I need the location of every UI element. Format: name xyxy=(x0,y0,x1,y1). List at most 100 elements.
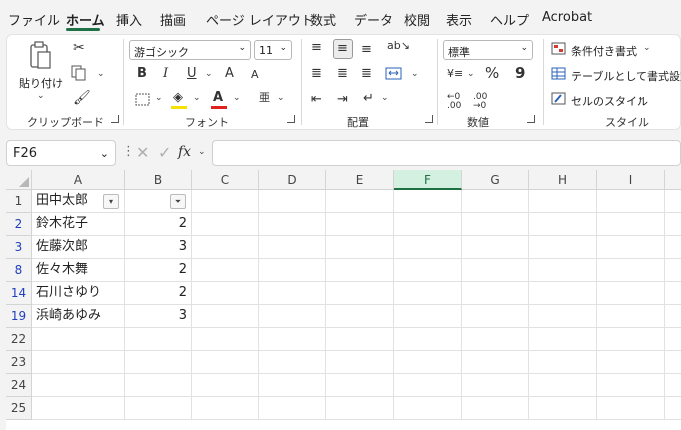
cell[interactable] xyxy=(326,374,394,397)
chevron-down-icon[interactable]: ⌄ xyxy=(198,147,206,157)
cell[interactable] xyxy=(394,282,462,305)
number-launcher-icon[interactable] xyxy=(527,115,535,123)
tab-help[interactable]: ヘルプ xyxy=(490,10,529,29)
cell-a[interactable]: 浜崎あゆみ xyxy=(32,305,125,328)
cell[interactable] xyxy=(597,190,665,213)
more-options-icon[interactable]: ⋮ xyxy=(122,145,135,158)
cell[interactable] xyxy=(529,190,597,213)
row-header[interactable]: 24 xyxy=(6,374,32,397)
column-header-a[interactable]: A xyxy=(32,170,125,190)
cell[interactable] xyxy=(394,305,462,328)
cell[interactable] xyxy=(597,351,665,374)
row-header[interactable]: 3 xyxy=(6,236,32,259)
cell-b[interactable] xyxy=(125,328,192,351)
cell[interactable] xyxy=(259,236,326,259)
comma-button[interactable]: 9 xyxy=(515,66,525,81)
column-header-b[interactable]: B xyxy=(125,170,192,190)
cell[interactable] xyxy=(259,305,326,328)
tab-data[interactable]: データ xyxy=(354,10,393,29)
column-header-h[interactable]: H xyxy=(529,170,597,190)
cell[interactable] xyxy=(326,282,394,305)
name-box[interactable]: F26 ⌄ xyxy=(6,140,116,166)
cell[interactable] xyxy=(529,328,597,351)
underline-button[interactable]: U xyxy=(187,67,197,80)
insert-function-button[interactable]: fx xyxy=(178,145,191,159)
copy-icon[interactable] xyxy=(71,65,87,81)
font-name-dropdown[interactable]: 游ゴシック ⌄ xyxy=(129,40,251,60)
cell[interactable] xyxy=(665,328,681,351)
cell[interactable] xyxy=(462,259,529,282)
cell[interactable] xyxy=(597,305,665,328)
cell-b[interactable]: 2 xyxy=(125,259,192,282)
cell[interactable] xyxy=(597,236,665,259)
cell[interactable] xyxy=(326,351,394,374)
column-header-f[interactable]: F xyxy=(394,170,462,190)
cell-b[interactable] xyxy=(125,374,192,397)
filter-applied-icon[interactable]: ⏷ xyxy=(170,194,186,209)
cell[interactable] xyxy=(326,397,394,420)
cell[interactable] xyxy=(259,397,326,420)
cell[interactable] xyxy=(529,236,597,259)
decrease-indent-icon[interactable]: ⇤ xyxy=(311,93,322,106)
fill-color-icon[interactable]: ◈ xyxy=(173,91,183,104)
cell[interactable] xyxy=(259,328,326,351)
row-header[interactable]: 8 xyxy=(6,259,32,282)
cell[interactable] xyxy=(529,282,597,305)
cell[interactable] xyxy=(462,305,529,328)
cell[interactable] xyxy=(665,397,681,420)
cell[interactable] xyxy=(597,397,665,420)
cell[interactable] xyxy=(192,351,259,374)
row-header[interactable]: 2 xyxy=(6,213,32,236)
cell[interactable] xyxy=(326,213,394,236)
font-color-dropdown-icon[interactable]: ⌄ xyxy=(233,93,241,103)
grow-font-button[interactable]: A xyxy=(225,67,234,80)
wrap-text-icon[interactable]: ↵ xyxy=(363,92,374,105)
column-header-d[interactable]: D xyxy=(259,170,326,190)
tab-formulas[interactable]: 数式 xyxy=(310,10,336,29)
merge-center-icon[interactable] xyxy=(385,67,403,81)
font-color-button[interactable]: A xyxy=(213,91,223,104)
cell[interactable] xyxy=(394,236,462,259)
cell[interactable] xyxy=(665,351,681,374)
cell[interactable] xyxy=(665,259,681,282)
font-size-dropdown[interactable]: 11 ⌄ xyxy=(254,40,292,60)
cell[interactable] xyxy=(462,190,529,213)
column-header-e[interactable]: E xyxy=(326,170,394,190)
cell-a[interactable]: 佐藤次郎 xyxy=(32,236,125,259)
currency-dropdown-icon[interactable]: ⌄ xyxy=(467,69,475,79)
cell[interactable] xyxy=(394,374,462,397)
cell[interactable] xyxy=(394,351,462,374)
row-header[interactable]: 22 xyxy=(6,328,32,351)
cell-b[interactable]: 2 xyxy=(125,213,192,236)
italic-button[interactable]: I xyxy=(163,67,168,80)
cell-b[interactable] xyxy=(125,397,192,420)
cell[interactable] xyxy=(394,259,462,282)
decrease-decimal-icon[interactable]: .00 →0 xyxy=(473,93,487,111)
cell[interactable] xyxy=(597,374,665,397)
align-bottom-icon[interactable]: ≡ xyxy=(361,43,372,56)
cell[interactable] xyxy=(394,397,462,420)
cell[interactable] xyxy=(259,282,326,305)
cell-a[interactable]: 鈴木花子 xyxy=(32,213,125,236)
tab-view[interactable]: 表示 xyxy=(446,10,472,29)
tab-file[interactable]: ファイル xyxy=(8,10,60,29)
column-header-c[interactable]: C xyxy=(192,170,259,190)
align-center-icon[interactable]: ≣ xyxy=(337,67,348,80)
cell-a[interactable] xyxy=(32,351,125,374)
cell[interactable] xyxy=(192,397,259,420)
cell[interactable] xyxy=(462,328,529,351)
row-header[interactable]: 19 xyxy=(6,305,32,328)
orientation-icon[interactable]: ab↘ xyxy=(387,40,410,51)
fill-color-dropdown-icon[interactable]: ⌄ xyxy=(193,93,201,103)
cell-b[interactable]: 3 xyxy=(125,236,192,259)
increase-indent-icon[interactable]: ⇥ xyxy=(337,93,348,106)
cell[interactable] xyxy=(326,305,394,328)
cell-b[interactable]: 2 xyxy=(125,282,192,305)
clipboard-launcher-icon[interactable] xyxy=(111,115,119,123)
cell-b[interactable]: 3 xyxy=(125,305,192,328)
underline-dropdown-icon[interactable]: ⌄ xyxy=(205,69,213,79)
enter-icon[interactable]: ✓ xyxy=(158,145,171,161)
align-middle-button[interactable]: ≡ xyxy=(333,39,353,59)
cell[interactable] xyxy=(192,282,259,305)
cell-a[interactable] xyxy=(32,397,125,420)
